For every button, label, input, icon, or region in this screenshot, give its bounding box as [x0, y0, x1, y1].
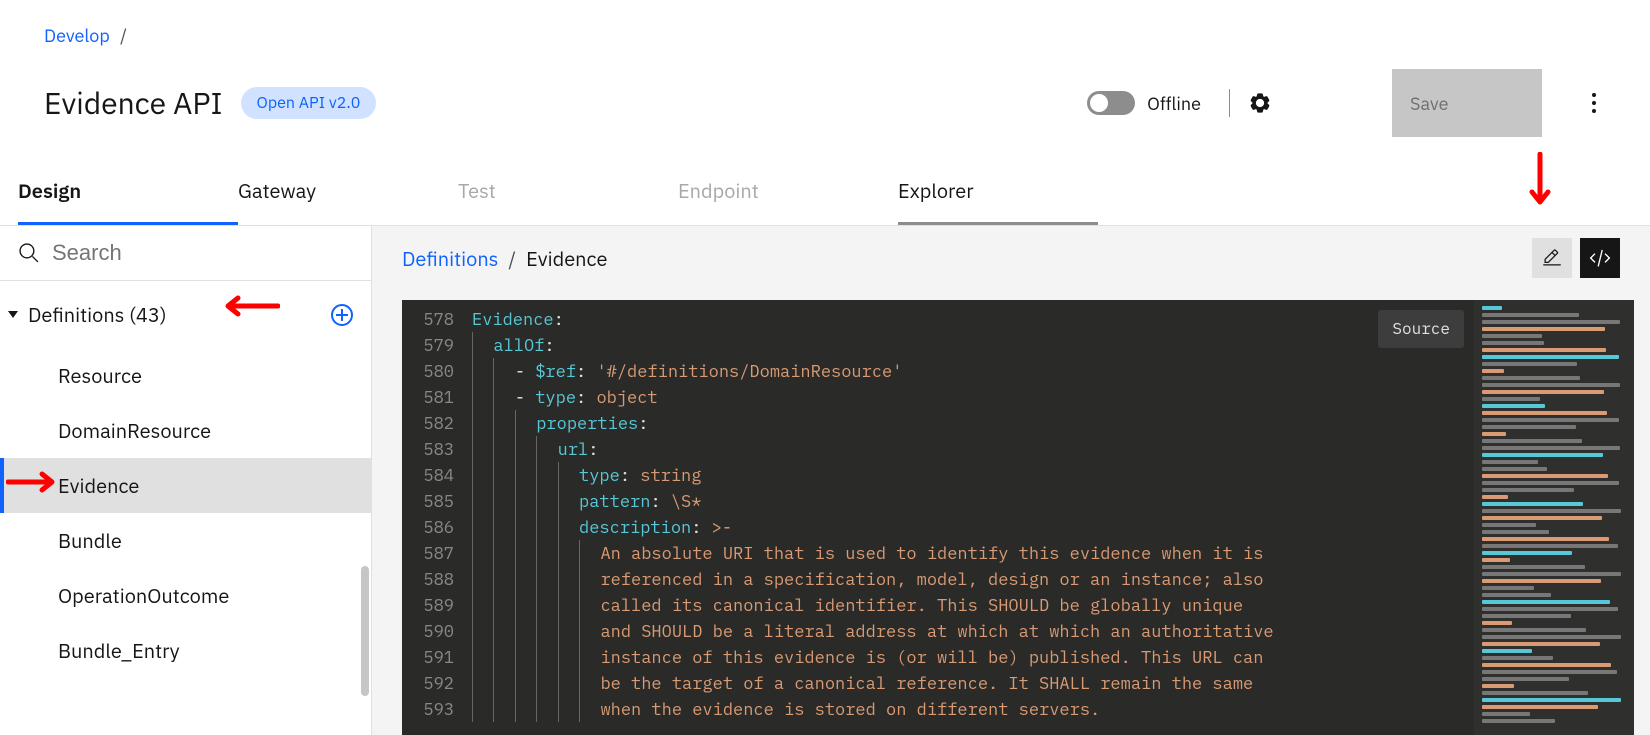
panel-breadcrumb-root[interactable]: Definitions	[402, 245, 498, 272]
tab-design[interactable]: Design	[18, 159, 238, 225]
gear-icon	[1249, 92, 1271, 114]
tab-gateway[interactable]: Gateway	[238, 159, 458, 225]
tab-bar: Design Gateway Test Endpoint Explorer	[0, 159, 1650, 226]
code-icon	[1589, 247, 1611, 269]
divider	[1229, 89, 1230, 117]
definitions-section-label: Definitions (43)	[28, 301, 331, 328]
search-icon	[18, 242, 40, 264]
source-badge: Source	[1378, 310, 1464, 348]
definitions-list: ResourceDomainResourceEvidenceBundleOper…	[0, 348, 371, 735]
sidebar-item-bundle[interactable]: Bundle	[0, 513, 371, 568]
panel-breadcrumb-current: Evidence	[526, 245, 607, 272]
annotation-arrow-selected	[6, 470, 61, 494]
online-toggle[interactable]	[1087, 91, 1135, 115]
annotation-arrow-left	[220, 294, 280, 318]
save-button: Save	[1392, 69, 1542, 137]
breadcrumb-root[interactable]: Develop	[44, 24, 110, 47]
definitions-section-header[interactable]: Definitions (43)	[0, 281, 371, 348]
search-input[interactable]	[52, 240, 353, 266]
breadcrumb-separator: /	[120, 24, 127, 47]
tab-test[interactable]: Test	[458, 159, 678, 225]
panel-breadcrumb-sep: /	[508, 245, 516, 272]
overflow-menu-button[interactable]	[1582, 83, 1606, 123]
api-version-badge: Open API v2.0	[241, 87, 377, 119]
tab-explorer[interactable]: Explorer	[898, 159, 1098, 225]
scrollbar-thumb[interactable]	[361, 566, 369, 696]
sidebar-item-bundle_entry[interactable]: Bundle_Entry	[0, 623, 371, 678]
add-definition-button[interactable]	[331, 304, 353, 326]
settings-button[interactable]	[1248, 91, 1272, 115]
chevron-down-icon	[8, 311, 18, 318]
code-editor[interactable]: 5785795805815825835845855865875885895905…	[402, 300, 1634, 735]
sidebar-item-domainresource[interactable]: DomainResource	[0, 403, 371, 458]
editor-panel: Definitions / Evidence 57857958058158258…	[372, 226, 1650, 735]
form-view-button[interactable]	[1532, 238, 1572, 278]
annotation-arrow-right	[1528, 152, 1552, 212]
sidebar-item-operationoutcome[interactable]: OperationOutcome	[0, 568, 371, 623]
online-status-label: Offline	[1147, 92, 1201, 115]
tab-endpoint[interactable]: Endpoint	[678, 159, 898, 225]
page-header: Evidence API Open API v2.0 Offline Save	[0, 47, 1650, 149]
minimap[interactable]	[1474, 300, 1634, 735]
sidebar-item-resource[interactable]: Resource	[0, 348, 371, 403]
code-content: Evidence: allOf: - $ref: '#/definitions/…	[472, 300, 1464, 735]
line-gutter: 5785795805815825835845855865875885895905…	[402, 300, 472, 735]
breadcrumb: Develop /	[0, 0, 1650, 47]
page-title: Evidence API	[44, 84, 223, 123]
edit-icon	[1542, 248, 1562, 268]
source-view-button[interactable]	[1580, 238, 1620, 278]
